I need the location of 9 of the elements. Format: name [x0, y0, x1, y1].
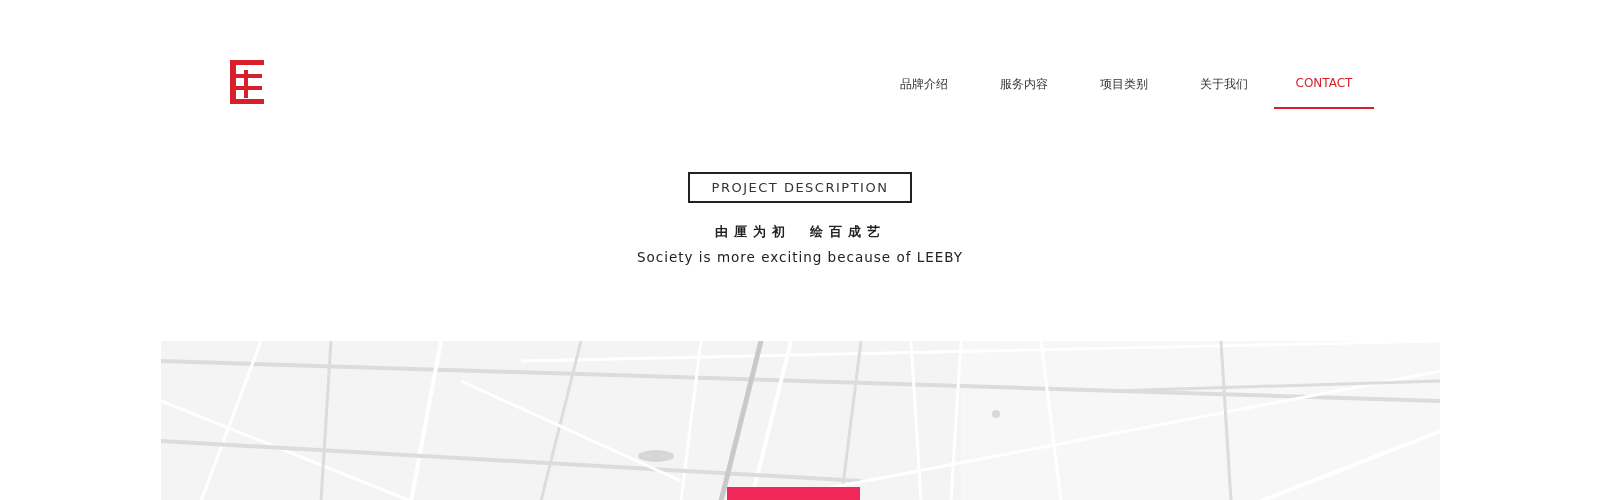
- slogan: 由厘为初 绘百成艺: [714, 222, 886, 241]
- nav-link[interactable]: 关于我们: [1174, 76, 1274, 109]
- nav-link[interactable]: 服务内容: [974, 76, 1074, 109]
- nav-link[interactable]: 品牌介绍: [874, 76, 974, 109]
- subtitle: Society is more exciting because of LEEBY: [636, 248, 964, 265]
- nav-link[interactable]: CONTACT: [1274, 76, 1374, 109]
- section-badge: PROJECT DESCRIPTION: [687, 171, 913, 203]
- logo-icon: [228, 58, 266, 106]
- nav-link[interactable]: 项目类别: [1074, 76, 1174, 109]
